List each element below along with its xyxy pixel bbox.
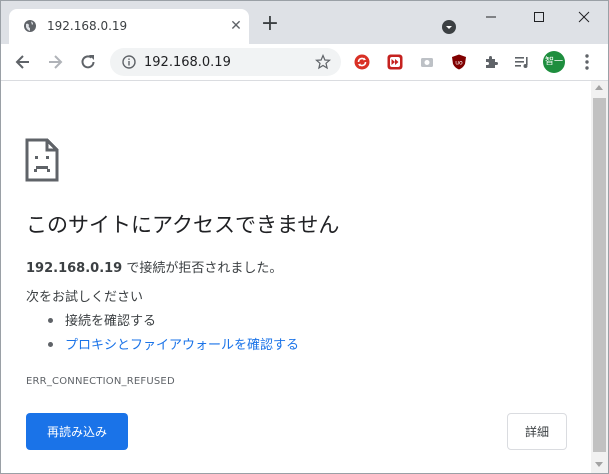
reload-icon[interactable] — [78, 52, 98, 72]
details-button[interactable]: 詳細 — [507, 413, 567, 450]
tab-close-icon[interactable]: ✕ — [228, 18, 244, 34]
reload-button[interactable]: 再読み込み — [26, 413, 128, 450]
error-host: 192.168.0.19 — [26, 261, 123, 276]
menu-dots-icon[interactable] — [579, 53, 595, 71]
address-bar[interactable]: 192.168.0.19 — [110, 48, 341, 76]
sync-extension-icon[interactable] — [354, 54, 370, 70]
new-tab-button[interactable]: + — [260, 13, 280, 35]
error-code: ERR_CONNECTION_REFUSED — [26, 376, 175, 387]
error-page: このサイトにアクセスできません 192.168.0.19 で接続が拒否されました… — [1, 81, 591, 473]
proxy-firewall-link[interactable]: プロキシとファイアウォールを確認する — [65, 338, 299, 353]
minimize-button[interactable] — [481, 9, 501, 25]
media-control-icon[interactable] — [514, 54, 530, 70]
close-window-button[interactable] — [574, 9, 594, 25]
svg-text:uo: uo — [455, 60, 463, 67]
sad-document-icon — [25, 138, 59, 182]
globe-icon — [24, 20, 36, 32]
tab-title: 192.168.0.19 — [47, 19, 128, 33]
maximize-button[interactable] — [529, 9, 549, 25]
suggestion-text: 接続を確認する — [65, 314, 157, 329]
suggestion-check-proxy-firewall[interactable]: プロキシとファイアウォールを確認する — [48, 334, 299, 353]
error-description: 192.168.0.19 で接続が拒否されました。 — [26, 257, 282, 276]
ublock-extension-icon[interactable]: uo — [451, 54, 467, 70]
scroll-down-arrow-icon[interactable] — [595, 462, 603, 467]
bookmark-star-icon[interactable] — [315, 54, 331, 70]
browser-window: 192.168.0.19 ✕ + 192.168.0.19 uo 智一 このサイ… — [0, 0, 609, 474]
url-text[interactable]: 192.168.0.19 — [144, 55, 231, 70]
error-heading: このサイトにアクセスできません — [26, 213, 340, 237]
title-bar: 192.168.0.19 ✕ + — [1, 1, 608, 44]
try-label: 次をお試しください — [26, 290, 144, 305]
site-info-icon[interactable] — [122, 55, 136, 69]
bullet-icon — [48, 342, 53, 347]
puzzle-extensions-icon[interactable] — [483, 54, 499, 70]
back-arrow-icon[interactable] — [13, 52, 33, 72]
forward-arrow-icon[interactable] — [45, 52, 65, 72]
bullet-icon — [48, 318, 53, 323]
tab-search-icon[interactable] — [441, 19, 457, 35]
error-description-text: で接続が拒否されました。 — [122, 261, 283, 276]
vertical-scrollbar[interactable] — [591, 81, 608, 473]
browser-toolbar: 192.168.0.19 uo 智一 — [1, 44, 608, 81]
scroll-thumb[interactable] — [593, 98, 606, 452]
camera-extension-icon[interactable] — [419, 54, 435, 70]
scroll-up-arrow-icon[interactable] — [595, 85, 603, 90]
fast-forward-extension-icon[interactable] — [387, 54, 403, 70]
suggestion-check-connection: 接続を確認する — [48, 310, 156, 329]
browser-tab[interactable]: 192.168.0.19 ✕ — [9, 9, 249, 44]
profile-avatar[interactable]: 智一 — [543, 51, 565, 73]
